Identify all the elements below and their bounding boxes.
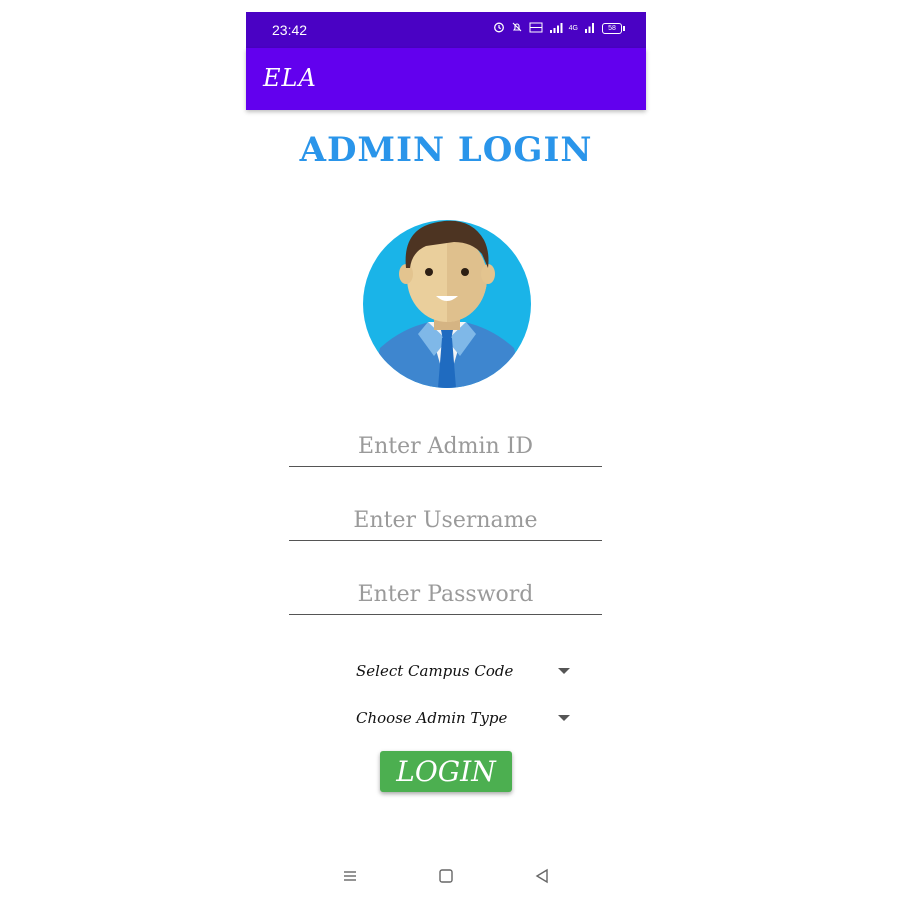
admin-id-input[interactable] — [289, 426, 602, 467]
dropdown-arrow-icon — [558, 668, 570, 674]
back-button[interactable] — [530, 864, 554, 888]
mute-bell-icon — [511, 21, 523, 36]
home-button[interactable] — [434, 864, 458, 888]
app-bar: ELA — [246, 48, 646, 110]
password-input[interactable] — [289, 574, 602, 615]
battery-icon: 58 — [602, 23, 625, 34]
status-time: 23:42 — [272, 22, 308, 38]
admin-avatar-icon — [362, 206, 532, 388]
system-nav-bar — [246, 862, 646, 892]
phone-screen: 23:42 4G 58 ELA ADMIN LOGIN Enter Admin … — [246, 12, 646, 901]
recent-apps-button[interactable] — [338, 864, 362, 888]
signal-icon — [549, 22, 563, 36]
status-icons: 4G 58 — [493, 21, 625, 36]
triangle-back-icon — [535, 868, 548, 884]
campus-code-dropdown[interactable]: Select Campus Code — [356, 656, 570, 686]
volte-icon — [529, 22, 543, 36]
login-button[interactable]: LOGIN — [380, 751, 512, 792]
network-type-label: 4G — [568, 25, 578, 32]
page-title: ADMIN LOGIN — [299, 130, 593, 170]
alarm-icon — [493, 21, 505, 36]
app-title: ELA — [263, 64, 317, 92]
campus-code-label: Select Campus Code — [356, 662, 514, 680]
admin-type-label: Choose Admin Type — [356, 709, 508, 727]
username-input[interactable] — [289, 500, 602, 541]
menu-lines-icon — [344, 871, 356, 881]
signal-icon-secondary — [584, 22, 596, 36]
status-bar: 23:42 4G 58 — [246, 12, 646, 48]
dropdown-arrow-icon — [558, 715, 570, 721]
admin-type-dropdown[interactable]: Choose Admin Type — [356, 703, 570, 733]
square-icon — [439, 869, 453, 883]
